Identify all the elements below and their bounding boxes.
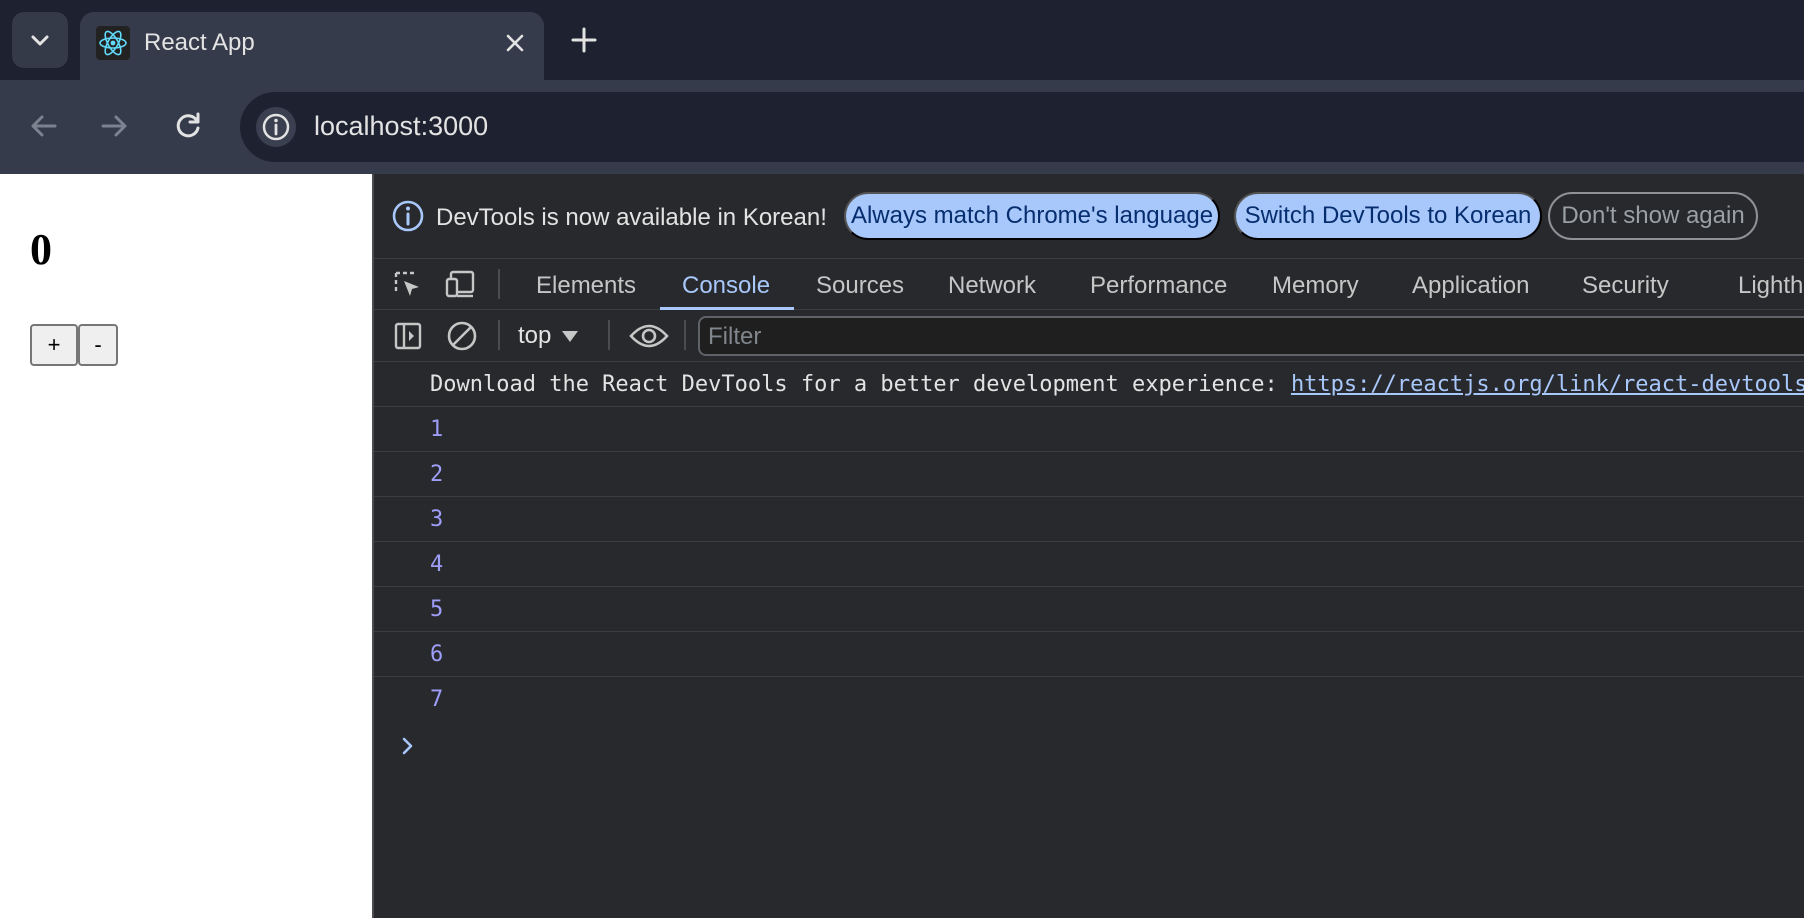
info-icon — [262, 113, 290, 141]
increment-button[interactable]: + — [30, 324, 78, 366]
context-selector[interactable]: top — [518, 322, 579, 350]
log-value: 2 — [430, 462, 444, 487]
address-bar[interactable]: localhost:3000 — [240, 92, 1804, 162]
browser-toolbar: localhost:3000 — [0, 80, 1804, 174]
tab-console[interactable]: Console — [682, 272, 770, 300]
counter-value: 0 — [30, 225, 52, 274]
new-tab-button[interactable] — [564, 20, 604, 60]
console-log-row: 3 — [374, 497, 1804, 542]
context-label: top — [518, 322, 552, 349]
show-sidebar-button[interactable] — [390, 318, 426, 354]
toolbar-divider — [684, 320, 686, 350]
close-icon — [506, 34, 524, 52]
log-value: 7 — [430, 687, 444, 712]
log-value: 4 — [430, 552, 444, 577]
arrow-right-icon — [101, 115, 127, 137]
react-devtools-link[interactable]: https://reactjs.org/link/react-devtools — [1291, 372, 1804, 397]
console-filter-input[interactable] — [708, 322, 1708, 352]
switch-to-korean-button[interactable]: Switch DevTools to Korean — [1234, 192, 1542, 240]
console-log-row: 4 — [374, 542, 1804, 587]
toolbar-divider — [498, 320, 500, 350]
tab-search-button[interactable] — [12, 12, 68, 68]
dropdown-arrow-icon — [562, 331, 579, 342]
console-toolbar: top — [374, 310, 1804, 362]
devtools-panel: DevTools is now available in Korean! Alw… — [372, 174, 1804, 918]
device-toggle-icon — [445, 270, 475, 298]
tab-network[interactable]: Network — [948, 272, 1036, 300]
language-infobar: DevTools is now available in Korean! Alw… — [374, 174, 1804, 258]
always-match-language-button[interactable]: Always match Chrome's language — [844, 192, 1220, 240]
toolbar-divider — [498, 269, 500, 299]
console-log-row: 7 — [374, 677, 1804, 722]
tab-title: React App — [144, 29, 255, 56]
forward-button[interactable] — [92, 104, 136, 148]
prompt-chevron-icon — [402, 737, 413, 755]
tab-security[interactable]: Security — [1582, 272, 1669, 300]
filter-box — [698, 316, 1804, 356]
log-value: 1 — [430, 417, 444, 442]
tab-memory[interactable]: Memory — [1272, 272, 1359, 300]
log-value: 6 — [430, 642, 444, 667]
plus-icon — [571, 27, 597, 53]
reload-button[interactable] — [166, 104, 210, 148]
browser-tab[interactable]: React App — [80, 12, 544, 80]
log-value: 5 — [430, 597, 444, 622]
site-info-button[interactable] — [256, 107, 296, 147]
sidebar-toggle-icon — [394, 322, 422, 350]
tab-lighthouse[interactable]: Lighth — [1738, 272, 1803, 300]
console-messages: Download the React DevTools for a better… — [374, 362, 1804, 767]
arrow-left-icon — [31, 115, 57, 137]
tab-close-button[interactable] — [498, 26, 532, 60]
toolbar-divider — [608, 320, 610, 350]
devtools-tab-bar: Elements Console Sources Network Perform… — [374, 258, 1804, 310]
live-expression-button[interactable] — [626, 318, 672, 354]
console-prompt[interactable] — [374, 722, 1804, 767]
message-prefix: Download the React DevTools for a better… — [430, 372, 1291, 397]
console-message-text: Download the React DevTools for a better… — [430, 372, 1804, 397]
tab-performance[interactable]: Performance — [1090, 272, 1227, 300]
console-log-row: 1 — [374, 407, 1804, 452]
console-log-row: 2 — [374, 452, 1804, 497]
decrement-button[interactable]: - — [78, 324, 118, 366]
console-message: Download the React DevTools for a better… — [374, 362, 1804, 407]
tab-application[interactable]: Application — [1412, 272, 1529, 300]
back-button[interactable] — [22, 104, 66, 148]
inspect-element-button[interactable] — [390, 267, 424, 301]
log-value: 3 — [430, 507, 444, 532]
page-viewport: 0 + - — [0, 174, 372, 918]
device-toolbar-button[interactable] — [444, 267, 478, 301]
infobar-message: DevTools is now available in Korean! — [436, 204, 827, 231]
console-log-row: 6 — [374, 632, 1804, 677]
url-text: localhost:3000 — [314, 111, 489, 141]
react-logo-icon — [96, 26, 130, 60]
dont-show-again-button[interactable]: Don't show again — [1548, 192, 1758, 240]
info-icon — [392, 200, 424, 232]
tab-sources[interactable]: Sources — [816, 272, 904, 300]
reload-icon — [176, 112, 200, 138]
chevron-down-icon — [31, 35, 49, 46]
clear-console-button[interactable] — [444, 318, 480, 354]
console-log-row: 5 — [374, 587, 1804, 632]
tab-elements[interactable]: Elements — [536, 272, 636, 300]
inspect-element-icon — [394, 271, 419, 296]
clear-console-icon — [447, 321, 477, 351]
tab-strip: React App — [0, 0, 1804, 80]
eye-icon — [629, 324, 669, 348]
